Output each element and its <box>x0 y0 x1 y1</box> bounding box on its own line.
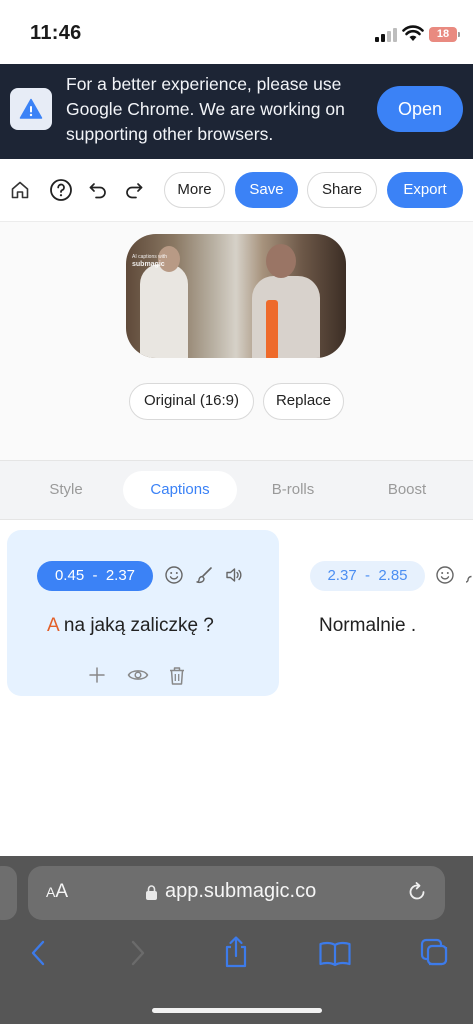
previous-tab-peek[interactable] <box>0 866 17 920</box>
aspect-ratio-button[interactable]: Original (16:9) <box>129 383 254 420</box>
tabs-icon[interactable] <box>420 938 450 968</box>
more-button[interactable]: More <box>164 172 225 208</box>
export-button[interactable]: Export <box>387 172 463 208</box>
undo-icon[interactable] <box>88 180 108 200</box>
brush-icon[interactable] <box>194 565 214 585</box>
tab-b-rolls[interactable]: B-rolls <box>248 471 338 509</box>
replace-button[interactable]: Replace <box>263 383 344 420</box>
warning-icon <box>10 88 52 130</box>
lock-icon <box>146 885 157 900</box>
status-bar: 11:46 18 <box>0 0 473 64</box>
home-icon[interactable] <box>10 180 30 200</box>
battery-indicator: 18 <box>429 27 460 42</box>
add-icon[interactable] <box>88 666 106 684</box>
status-time: 11:46 <box>30 22 82 44</box>
tab-style[interactable]: Style <box>20 471 112 509</box>
highlighted-word: A <box>47 615 59 636</box>
open-in-chrome-button[interactable]: Open <box>377 86 463 132</box>
tab-captions[interactable]: Captions <box>123 471 237 509</box>
emoji-icon[interactable] <box>164 565 184 585</box>
back-icon[interactable] <box>28 938 48 968</box>
speaker-icon[interactable] <box>224 565 244 585</box>
share-button[interactable]: Share <box>307 172 377 208</box>
bookmarks-icon[interactable] <box>318 940 352 968</box>
caption-text[interactable]: A na jaką zaliczkę ? <box>47 615 214 637</box>
trash-icon[interactable] <box>168 666 186 686</box>
person-right-head <box>266 244 296 278</box>
wifi-icon <box>402 25 424 41</box>
tab-boost[interactable]: Boost <box>367 471 447 509</box>
orange-shirt <box>266 300 278 358</box>
cellular-signal-icon <box>375 28 397 42</box>
caption-text-next[interactable]: Normalnie . <box>319 615 416 637</box>
watermark-brand: submagic <box>132 261 165 268</box>
caption-words: na jaką zaliczkę ? <box>58 615 214 636</box>
emoji-icon-next[interactable] <box>435 565 455 585</box>
text-size-large: A <box>55 881 69 902</box>
caption-time-range-next[interactable]: 2.37 - 2.85 <box>310 561 425 591</box>
eye-icon[interactable] <box>127 666 149 684</box>
person-right <box>252 276 320 358</box>
help-icon[interactable] <box>49 178 73 202</box>
banner-message: For a better experience, please use Goog… <box>66 74 345 144</box>
brush-icon-next[interactable] <box>463 565 473 585</box>
watermark-line: AI captions with <box>132 254 168 260</box>
home-indicator <box>152 1008 322 1013</box>
video-thumbnail[interactable]: AI captions with submagic <box>126 234 346 358</box>
watermark: AI captions with submagic <box>132 254 167 269</box>
reload-icon[interactable] <box>406 881 428 903</box>
text-size-small: A <box>46 884 56 900</box>
text-size-button[interactable]: AA <box>46 881 68 903</box>
redo-icon[interactable] <box>124 180 144 200</box>
share-icon[interactable] <box>222 935 250 969</box>
caption-time-range[interactable]: 0.45 - 2.37 <box>37 561 153 591</box>
save-button[interactable]: Save <box>235 172 298 208</box>
forward-icon[interactable] <box>128 938 148 968</box>
person-left <box>140 264 188 358</box>
url-text[interactable]: app.submagic.co <box>165 880 316 903</box>
